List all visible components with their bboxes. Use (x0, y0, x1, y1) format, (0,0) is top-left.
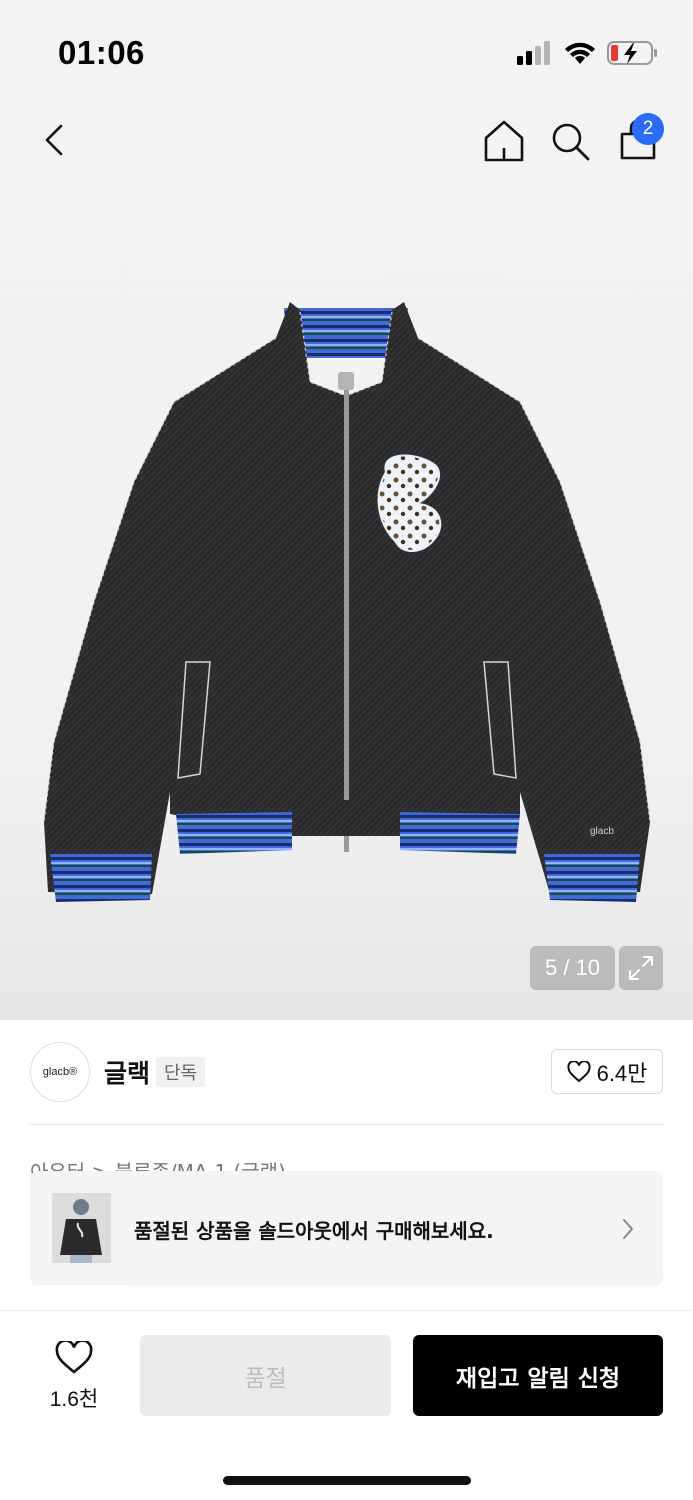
bottom-action-bar: 1.6천 품절 재입고 알림 신청 (0, 1310, 693, 1500)
divider (30, 1124, 663, 1125)
heart-icon (567, 1060, 591, 1082)
brand-like-count: 6.4만 (596, 1060, 648, 1086)
brand-row: glacb® 글랙 단독 6.4만 (0, 1020, 693, 1124)
status-icons (517, 40, 659, 66)
search-button[interactable] (548, 118, 592, 164)
home-icon (484, 120, 524, 162)
cart-count-badge: 2 (632, 113, 664, 145)
expand-icon (629, 956, 653, 980)
home-indicator (223, 1476, 471, 1485)
chevron-right-icon (623, 1219, 633, 1239)
signal-icon (517, 41, 550, 65)
soldout-banner[interactable]: 품절된 상품을 솔드아웃에서 구매해보세요. (30, 1171, 663, 1285)
jacket-image: glacb (43, 302, 651, 902)
status-bar: 01:06 (0, 0, 693, 100)
wifi-icon (565, 42, 595, 64)
exclusive-tag: 단독 (156, 1057, 206, 1087)
status-time: 01:06 (58, 34, 145, 71)
brand-logo[interactable]: glacb® (30, 1042, 90, 1102)
battery-icon (607, 41, 657, 65)
restock-alert-button[interactable]: 재입고 알림 신청 (413, 1335, 663, 1416)
image-counter: 5 / 10 (530, 946, 615, 990)
wish-count: 1.6천 (49, 1388, 99, 1411)
expand-button[interactable] (619, 946, 663, 990)
top-nav (0, 100, 693, 182)
brand-name[interactable]: 글랙 (104, 1054, 150, 1090)
brand-like-button[interactable]: 6.4만 (551, 1049, 663, 1094)
search-icon (552, 123, 590, 161)
soldout-button[interactable]: 품절 (140, 1335, 391, 1416)
svg-text:glacb: glacb (590, 826, 614, 837)
back-button[interactable] (32, 118, 76, 162)
banner-shadow (30, 1285, 132, 1291)
heart-icon (55, 1339, 93, 1374)
product-image[interactable]: glacb (0, 182, 693, 1020)
home-button[interactable] (482, 118, 526, 164)
wish-button[interactable]: 1.6천 (44, 1339, 104, 1413)
banner-text: 품절된 상품을 솔드아웃에서 구매해보세요. (134, 1219, 494, 1243)
back-icon (45, 124, 63, 156)
banner-thumbnail (52, 1193, 111, 1263)
